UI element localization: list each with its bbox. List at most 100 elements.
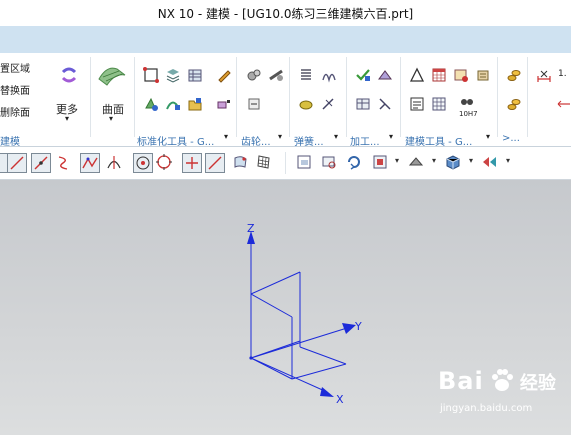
image-attach-icon[interactable] xyxy=(453,67,469,83)
ribbon-separator xyxy=(527,57,528,137)
axis-x-label: X xyxy=(336,393,344,406)
face-icon xyxy=(234,156,247,168)
ribbon-group-model-tools[interactable]: 建模工具 - G... xyxy=(405,133,472,148)
check-part-icon[interactable] xyxy=(355,67,371,83)
snap-existing-point-button[interactable] xyxy=(205,153,225,173)
gear-rack-icon[interactable] xyxy=(268,67,284,83)
shaded-view-button[interactable] xyxy=(444,153,464,173)
chevron-down-icon[interactable]: ▾ xyxy=(389,132,393,141)
chevron-down-icon[interactable]: ▾ xyxy=(486,132,490,141)
ribbon-group-extra[interactable]: >... xyxy=(502,133,520,144)
crosshair-icon xyxy=(186,157,198,169)
gear-tool-icon[interactable] xyxy=(143,96,159,112)
orient-view-button[interactable] xyxy=(371,153,391,173)
machining-op-icon[interactable] xyxy=(377,67,393,83)
quadrant-icon xyxy=(156,154,172,170)
document-text-icon[interactable] xyxy=(409,96,425,112)
folder-tool-icon[interactable] xyxy=(187,96,203,112)
ribbon-item-delete-face[interactable]: 删除面 xyxy=(0,104,30,119)
pencil-icon[interactable] xyxy=(216,67,232,83)
machining-table-icon[interactable] xyxy=(355,96,371,112)
coins-icon[interactable] xyxy=(506,67,522,83)
ribbon-separator xyxy=(346,57,347,137)
ribbon-group-spring[interactable]: 弹簧... xyxy=(294,133,324,148)
machining-tool-icon[interactable] xyxy=(377,96,393,112)
visibility-icon xyxy=(483,157,496,167)
gear-spur-icon[interactable] xyxy=(246,96,262,112)
hole-fit-label[interactable]: 10H7 xyxy=(459,110,478,118)
ribbon-group-std-tools[interactable]: 标准化工具 - G... xyxy=(137,133,214,148)
spring-delete-icon[interactable] xyxy=(320,96,336,112)
axis-y-label: Y xyxy=(355,320,362,333)
point-line-icon xyxy=(208,156,222,170)
visibility-button[interactable] xyxy=(481,153,501,173)
watermark-url: jingyan.baidu.com xyxy=(440,403,533,414)
zoom-button[interactable] xyxy=(320,153,340,173)
snap-face-button[interactable] xyxy=(232,153,252,173)
zoom-icon xyxy=(322,156,336,169)
note-icon[interactable] xyxy=(475,67,491,83)
snap-quadrant-button[interactable] xyxy=(155,153,175,173)
snap-curve-button[interactable] xyxy=(55,153,75,173)
arc-center-icon xyxy=(136,156,150,170)
model-edges xyxy=(250,271,347,380)
render-style-button[interactable] xyxy=(407,153,427,173)
watermark: Bai 经验 xyxy=(438,367,556,395)
toolbar-separator xyxy=(285,152,286,174)
cube-icon xyxy=(446,155,460,170)
grid-icon xyxy=(257,155,270,169)
wireframe-model[interactable] xyxy=(0,180,571,435)
chevron-down-icon[interactable]: ▾ xyxy=(506,156,510,165)
chevron-down-icon[interactable]: ▾ xyxy=(469,156,473,165)
triangle-icon[interactable] xyxy=(409,67,425,83)
title-bar: NX 10 - 建模 - [UG10.0练习三维建模六百.prt] xyxy=(0,0,571,26)
table-block-icon[interactable] xyxy=(187,67,203,83)
calendar-table-icon[interactable] xyxy=(431,67,447,83)
chevron-down-icon[interactable]: ▾ xyxy=(224,132,228,141)
snap-point-on-curve-button[interactable] xyxy=(182,153,202,173)
measure-icon[interactable] xyxy=(216,96,232,112)
snap-grid-button[interactable] xyxy=(255,153,275,173)
layer-stack-icon[interactable] xyxy=(165,67,181,83)
point-set-icon[interactable] xyxy=(143,67,159,83)
dimension-icon[interactable] xyxy=(536,67,552,83)
chevron-down-icon[interactable]: ▾ xyxy=(278,132,282,141)
chevron-down-icon[interactable]: ▾ xyxy=(395,156,399,165)
rotate-button[interactable] xyxy=(345,153,365,173)
snap-control-button[interactable] xyxy=(80,153,100,173)
surface-button[interactable]: 曲面 ▾ xyxy=(94,57,130,127)
snap-arc-center-button[interactable] xyxy=(133,153,153,173)
fit-view-button[interactable] xyxy=(295,153,315,173)
ribbon-group-gear[interactable]: 齿轮... xyxy=(241,133,271,148)
spring-wire-icon[interactable] xyxy=(320,67,336,83)
chevron-down-icon[interactable]: ▾ xyxy=(334,132,338,141)
ribbon-item-set-region[interactable]: 置区域 xyxy=(0,60,30,75)
ribbon-separator xyxy=(90,57,91,137)
graphics-viewport[interactable]: Z Y X Bai 经验 jingyan.baidu.com xyxy=(0,180,571,435)
snap-line-button[interactable] xyxy=(7,153,27,173)
ribbon-group-machining[interactable]: 加工... xyxy=(350,133,380,148)
rotate-icon xyxy=(348,156,360,170)
ribbon-separator xyxy=(134,57,135,137)
intersection-icon xyxy=(107,156,121,169)
axis-z-label: Z xyxy=(247,222,255,235)
snap-midpoint-button[interactable] xyxy=(31,153,51,173)
coins-alt-icon[interactable] xyxy=(506,96,522,112)
grid-table-icon[interactable] xyxy=(431,96,447,112)
binoculars-icon[interactable] xyxy=(459,93,475,109)
snap-intersection-button[interactable] xyxy=(105,153,125,173)
spring-icon[interactable] xyxy=(298,67,314,83)
ribbon-item-replace-face[interactable]: 替换面 xyxy=(0,82,30,97)
control-point-icon xyxy=(82,157,98,169)
paw-logo-icon xyxy=(491,369,513,391)
misc-label: 1. xyxy=(558,69,567,79)
gear-mesh-icon[interactable] xyxy=(246,67,262,83)
surface-icon xyxy=(98,67,126,86)
chevron-down-icon[interactable]: ▾ xyxy=(432,156,436,165)
ribbon-group-sync-label: 建模 xyxy=(0,137,20,148)
more-button[interactable]: 更多 ▾ xyxy=(50,57,86,127)
ribbon-separator xyxy=(400,57,401,137)
arrow-dimension-icon[interactable] xyxy=(556,96,571,112)
curve-tool-icon[interactable] xyxy=(165,96,181,112)
disc-spring-icon[interactable] xyxy=(298,96,314,112)
